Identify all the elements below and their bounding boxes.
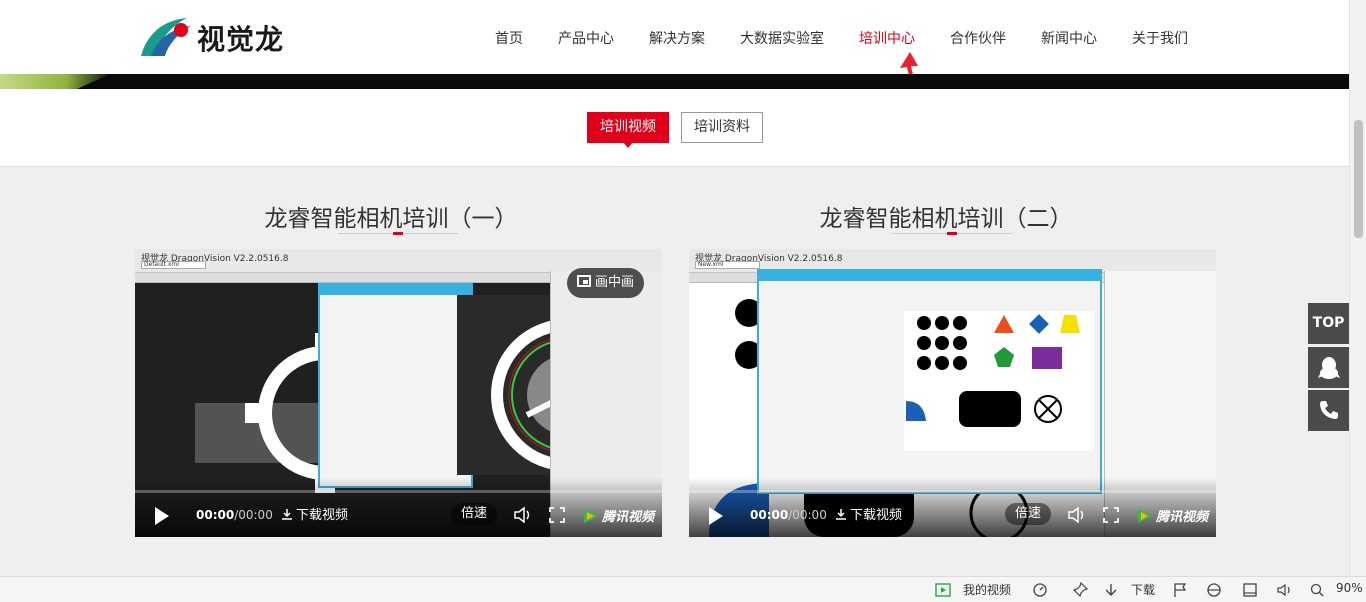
download-icon	[836, 509, 846, 520]
title-underline-2	[892, 232, 1012, 235]
pin-icon[interactable]	[1072, 582, 1088, 598]
title-underline-1	[338, 232, 458, 235]
video-app-file: Default.xml	[141, 261, 206, 269]
video-title-1: 龙睿智能相机培训（一）	[264, 206, 518, 232]
video-player-2[interactable]: 视觉龙 DragonVision V2.2.0516.8 New.xml 00:…	[689, 249, 1216, 537]
tab-training-video[interactable]: 培训视频	[587, 112, 669, 148]
picture-in-picture-button[interactable]: 画中画	[566, 268, 644, 298]
logo-text: 视觉龙	[197, 23, 285, 56]
site-header: 视觉龙 首页 产品中心 解决方案 大数据实验室 培训中心 合作伙伴 新闻中心 关…	[0, 0, 1349, 118]
speed-button[interactable]: 倍速	[450, 503, 497, 525]
tencent-video-logo[interactable]: 腾讯视频	[582, 506, 654, 525]
download-video-button[interactable]: 下载视频	[835, 504, 902, 523]
video-time: 00:00/00:00	[750, 508, 827, 522]
tab-training-material[interactable]: 培训资料	[681, 112, 763, 143]
nav-news[interactable]: 新闻中心	[1041, 28, 1097, 48]
nav-solutions[interactable]: 解决方案	[649, 28, 705, 48]
nav-products[interactable]: 产品中心	[558, 28, 614, 48]
zoom-icon[interactable]	[1309, 582, 1325, 598]
nav-big-data-lab[interactable]: 大数据实验室	[740, 28, 824, 48]
tencent-video-logo[interactable]: 腾讯视频	[1136, 506, 1208, 525]
volume-icon[interactable]	[514, 507, 532, 523]
back-to-top-button[interactable]: TOP	[1308, 303, 1349, 344]
video-controls-2: 00:00/00:00 下载视频 倍速 腾讯视频	[689, 477, 1216, 537]
my-video-link[interactable]: 我的视频	[963, 581, 1011, 598]
speed-dial-icon[interactable]	[1032, 582, 1048, 598]
qq-contact-button[interactable]	[1308, 347, 1349, 388]
download-video-button[interactable]: 下载视频	[281, 504, 348, 523]
tencent-video-icon	[583, 509, 598, 523]
page-scrollbar[interactable]	[1349, 0, 1366, 576]
video-time: 00:00/00:00	[196, 508, 273, 522]
main-nav: 首页 产品中心 解决方案 大数据实验室 培训中心 合作伙伴 新闻中心 关于我们	[495, 28, 1223, 48]
phone-contact-button[interactable]	[1308, 390, 1349, 431]
pip-icon	[576, 275, 591, 287]
video-controls-1: 00:00/00:00 下载视频 倍速 腾讯视频	[135, 477, 662, 537]
browser-icon[interactable]	[1206, 582, 1222, 598]
volume-icon[interactable]	[1068, 507, 1086, 523]
zoom-level[interactable]: 90%	[1336, 581, 1363, 595]
download-icon	[282, 509, 292, 520]
video-play-icon[interactable]	[935, 582, 951, 598]
scrollbar-thumb[interactable]	[1354, 120, 1363, 238]
video-app-file: New.xml	[695, 261, 760, 269]
video-settings-dialog	[318, 283, 473, 488]
phone-icon	[1319, 401, 1338, 419]
qq-penguin-icon	[1317, 357, 1340, 379]
flag-icon[interactable]	[1172, 582, 1188, 598]
play-icon[interactable]	[155, 507, 169, 525]
nav-partners[interactable]: 合作伙伴	[950, 28, 1006, 48]
nav-home[interactable]: 首页	[495, 28, 523, 48]
video-player-1[interactable]: 视觉龙 DragonVision V2.2.0516.8 Default.xml	[135, 249, 662, 537]
page: 视觉龙 首页 产品中心 解决方案 大数据实验室 培训中心 合作伙伴 新闻中心 关…	[0, 0, 1366, 602]
result-shapes-image	[904, 311, 1094, 451]
video-progress-bar[interactable]	[135, 490, 662, 493]
sound-icon[interactable]	[1277, 582, 1293, 598]
window-icon[interactable]	[1242, 582, 1258, 598]
nav-training-center[interactable]: 培训中心	[859, 28, 915, 48]
fullscreen-icon[interactable]	[1103, 507, 1119, 523]
speed-button[interactable]: 倍速	[1004, 503, 1051, 525]
video-title-2: 龙睿智能相机培训（二）	[819, 206, 1073, 232]
header-banner-strip	[0, 74, 1349, 89]
site-logo[interactable]: 视觉龙	[137, 16, 297, 60]
play-icon[interactable]	[709, 507, 723, 525]
fullscreen-icon[interactable]	[549, 507, 565, 523]
training-tabs: 培训视频 培训资料	[0, 89, 1349, 167]
nav-about[interactable]: 关于我们	[1132, 28, 1188, 48]
video-list: 龙睿智能相机培训（一） 视觉龙 DragonVision V2.2.0516.8…	[0, 167, 1349, 576]
browser-status-bar: 我的视频 下载 90%	[0, 576, 1366, 602]
video-result-dialog	[757, 269, 1102, 494]
video-progress-bar[interactable]	[689, 490, 1216, 493]
tencent-video-icon	[1137, 509, 1152, 523]
download-link[interactable]: 下载	[1131, 581, 1155, 598]
dragon-logo-icon	[141, 18, 191, 56]
download-arrow-icon[interactable]	[1103, 582, 1119, 598]
